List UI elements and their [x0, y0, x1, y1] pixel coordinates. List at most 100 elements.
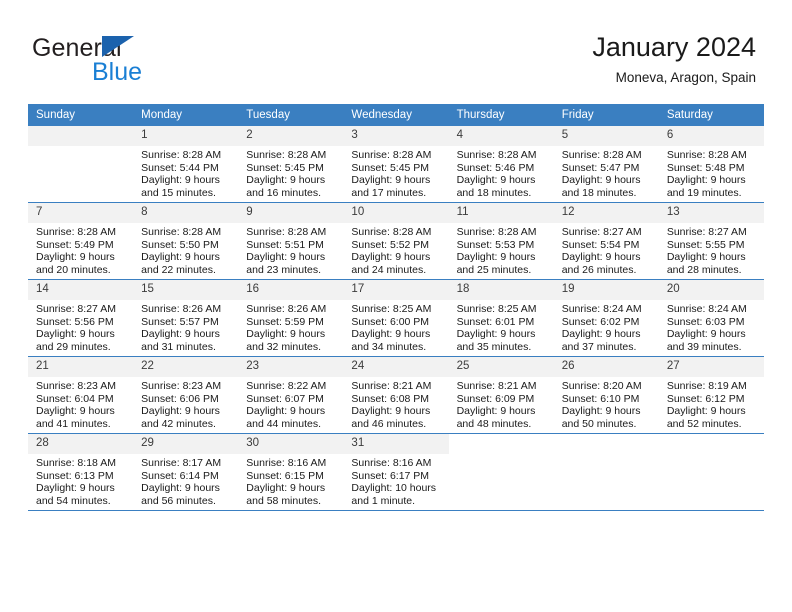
daylight-text: Daylight: 9 hours	[456, 251, 536, 264]
calendar-day-cell[interactable]: 25 Sunrise: 8:21 AM Sunset: 6:09 PM Dayligh…	[448, 356, 554, 434]
sunset-text: Sunset: 5:47 PM	[561, 161, 640, 174]
day-details: Sunrise: 8:28 AM Sunset: 5:46 PM Daylight:…	[449, 146, 554, 199]
day-number: 5	[553, 126, 659, 146]
calendar-day-cell[interactable]: 29 Sunrise: 8:17 AM Sunset: 6:14 PM Dayligh…	[133, 433, 239, 511]
daylight-text: Daylight: 9 hours	[36, 405, 115, 418]
day-details: Sunrise: 8:26 AM Sunset: 5:59 PM Daylight:…	[238, 300, 343, 353]
sunrise-text: Sunrise: 8:27 AM	[36, 303, 116, 315]
day-details: Sunrise: 8:28 AM Sunset: 5:50 PM Daylight:…	[133, 223, 238, 276]
calendar-day-cell[interactable]: 22 Sunrise: 8:23 AM Sunset: 6:06 PM Dayligh…	[133, 356, 239, 434]
sunrise-text: Sunrise: 8:19 AM	[666, 380, 747, 392]
calendar-week-row: 28 Sunrise: 8:18 AM Sunset: 6:13 PM Dayligh…	[28, 433, 764, 511]
day-number: 21	[28, 357, 134, 377]
calendar-day-cell[interactable]: 28 Sunrise: 8:18 AM Sunset: 6:13 PM Dayligh…	[28, 433, 134, 511]
calendar-day-cell[interactable]: 15 Sunrise: 8:26 AM Sunset: 5:57 PM Dayligh…	[133, 279, 239, 357]
day-details: Sunrise: 8:25 AM Sunset: 6:01 PM Daylight:…	[449, 300, 554, 353]
day-details: Sunrise: 8:16 AM Sunset: 6:17 PM Daylight:…	[343, 454, 448, 507]
day-details: Sunrise: 8:28 AM Sunset: 5:44 PM Daylight:…	[133, 146, 238, 199]
sunset-text: Sunset: 5:48 PM	[666, 161, 745, 174]
day-details: Sunrise: 8:19 AM Sunset: 6:12 PM Daylight:…	[659, 377, 764, 430]
daylight-text-cont: and 19 minutes.	[666, 186, 742, 199]
calendar-day-cell[interactable]: 7 Sunrise: 8:28 AM Sunset: 5:49 PM Daylight…	[28, 202, 134, 280]
calendar-day-cell[interactable]: 10 Sunrise: 8:28 AM Sunset: 5:52 PM Dayligh…	[343, 202, 449, 280]
day-number: 6	[658, 126, 764, 146]
calendar-day-cell[interactable]: 31 Sunrise: 8:16 AM Sunset: 6:17 PM Dayligh…	[343, 433, 449, 511]
calendar-day-cell[interactable]: 21 Sunrise: 8:23 AM Sunset: 6:04 PM Dayligh…	[28, 356, 134, 434]
sunrise-text: Sunrise: 8:18 AM	[36, 457, 116, 469]
sunrise-text: Sunrise: 8:28 AM	[456, 149, 537, 161]
calendar-day-cell[interactable]: 3 Sunrise: 8:28 AM Sunset: 5:45 PM Daylight…	[343, 126, 449, 203]
calendar-day-cell[interactable]: 19 Sunrise: 8:24 AM Sunset: 6:02 PM Dayligh…	[553, 279, 659, 357]
calendar-day-cell[interactable]: 2 Sunrise: 8:28 AM Sunset: 5:45 PM Daylight…	[238, 126, 344, 203]
sunset-text: Sunset: 5:57 PM	[141, 315, 219, 328]
sunset-text: Sunset: 5:44 PM	[141, 161, 219, 174]
sunrise-text: Sunrise: 8:16 AM	[351, 457, 432, 469]
calendar-day-cell[interactable]: 20 Sunrise: 8:24 AM Sunset: 6:03 PM Dayligh…	[658, 279, 764, 357]
weekday-header-row: Sunday Monday Tuesday Wednesday Thursday Frid…	[28, 104, 764, 126]
sunset-text: Sunset: 5:53 PM	[456, 238, 535, 251]
day-number: 14	[28, 280, 134, 300]
weekday-header-tuesday: Tuesday	[238, 104, 344, 126]
calendar-day-cell[interactable]: 6 Sunrise: 8:28 AM Sunset: 5:48 PM Daylight…	[658, 126, 764, 203]
calendar-day-cell[interactable]: 27 Sunrise: 8:19 AM Sunset: 6:12 PM Dayligh…	[658, 356, 764, 434]
sunrise-text: Sunrise: 8:28 AM	[246, 149, 327, 161]
day-details: Sunrise: 8:28 AM Sunset: 5:52 PM Daylight:…	[343, 223, 448, 276]
day-details: Sunrise: 8:25 AM Sunset: 6:00 PM Daylight:…	[343, 300, 448, 353]
weekday-header-friday: Friday	[553, 104, 659, 126]
day-number: 22	[133, 357, 239, 377]
daylight-text: Daylight: 9 hours	[246, 328, 326, 341]
calendar-day-cell[interactable]: 17 Sunrise: 8:25 AM Sunset: 6:00 PM Dayligh…	[343, 279, 449, 357]
calendar-day-cell[interactable]: 24 Sunrise: 8:21 AM Sunset: 6:08 PM Dayligh…	[343, 356, 449, 434]
sunset-text: Sunset: 6:08 PM	[351, 392, 430, 405]
general-blue-logo[interactable]: General Blue	[32, 34, 292, 90]
page-header: General Blue January 2024 Moneva, Aragon…	[0, 0, 792, 100]
page-title: January 2024	[592, 32, 756, 62]
calendar-day-cell[interactable]: 30 Sunrise: 8:16 AM Sunset: 6:15 PM Dayligh…	[238, 433, 344, 511]
day-number	[553, 434, 659, 454]
day-number: 9	[238, 203, 344, 223]
sunrise-text: Sunrise: 8:28 AM	[351, 149, 432, 161]
weekday-header-sunday: Sunday	[28, 104, 134, 126]
calendar-body: 1 Sunrise: 8:28 AM Sunset: 5:44 PM Daylight…	[28, 126, 764, 511]
calendar-day-cell[interactable]: 13 Sunrise: 8:27 AM Sunset: 5:55 PM Dayligh…	[658, 202, 764, 280]
calendar-day-cell[interactable]: 14 Sunrise: 8:27 AM Sunset: 5:56 PM Dayligh…	[28, 279, 134, 357]
calendar-day-cell[interactable]: 18 Sunrise: 8:25 AM Sunset: 6:01 PM Dayligh…	[448, 279, 554, 357]
calendar-day-cell[interactable]: 16 Sunrise: 8:26 AM Sunset: 5:59 PM Dayligh…	[238, 279, 344, 357]
day-number: 19	[553, 280, 659, 300]
day-number: 13	[658, 203, 764, 223]
calendar-day-cell[interactable]: 26 Sunrise: 8:20 AM Sunset: 6:10 PM Dayligh…	[553, 356, 659, 434]
sunset-text: Sunset: 5:56 PM	[36, 315, 114, 328]
daylight-text: Daylight: 9 hours	[246, 482, 326, 495]
calendar-day-cell[interactable]: 9 Sunrise: 8:28 AM Sunset: 5:51 PM Daylight…	[238, 202, 344, 280]
day-number: 7	[28, 203, 134, 223]
day-number: 10	[343, 203, 449, 223]
calendar-grid: Sunday Monday Tuesday Wednesday Thursday Frid…	[28, 104, 764, 511]
weekday-header-wednesday: Wednesday	[343, 104, 449, 126]
calendar-day-cell[interactable]: 5 Sunrise: 8:28 AM Sunset: 5:47 PM Daylight…	[553, 126, 659, 203]
weekday-header-saturday: Saturday	[658, 104, 764, 126]
day-number	[658, 434, 764, 454]
daylight-text: Daylight: 9 hours	[666, 251, 746, 264]
sunset-text: Sunset: 6:09 PM	[456, 392, 535, 405]
calendar-day-cell[interactable]: 23 Sunrise: 8:22 AM Sunset: 6:07 PM Dayligh…	[238, 356, 344, 434]
day-number: 1	[133, 126, 239, 146]
daylight-text-cont: and 34 minutes.	[351, 340, 427, 353]
sunset-text: Sunset: 6:03 PM	[666, 315, 745, 328]
daylight-text-cont: and 46 minutes.	[351, 417, 427, 430]
calendar-day-cell[interactable]: 8 Sunrise: 8:28 AM Sunset: 5:50 PM Daylight…	[133, 202, 239, 280]
calendar-day-cell[interactable]: 4 Sunrise: 8:28 AM Sunset: 5:46 PM Daylight…	[448, 126, 554, 203]
daylight-text-cont: and 18 minutes.	[561, 186, 637, 199]
calendar-day-cell[interactable]: 11 Sunrise: 8:28 AM Sunset: 5:53 PM Dayligh…	[448, 202, 554, 280]
day-number: 24	[343, 357, 449, 377]
calendar-day-cell[interactable]: 12 Sunrise: 8:27 AM Sunset: 5:54 PM Dayligh…	[553, 202, 659, 280]
daylight-text-cont: and 41 minutes.	[36, 417, 111, 430]
sunrise-text: Sunrise: 8:28 AM	[141, 226, 222, 238]
sunrise-text: Sunrise: 8:28 AM	[666, 149, 747, 161]
sunset-text: Sunset: 5:55 PM	[666, 238, 745, 251]
sunrise-text: Sunrise: 8:28 AM	[141, 149, 222, 161]
day-number: 31	[343, 434, 449, 454]
daylight-text: Daylight: 9 hours	[141, 328, 220, 341]
day-details: Sunrise: 8:28 AM Sunset: 5:51 PM Daylight:…	[238, 223, 343, 276]
calendar-day-cell[interactable]: 1 Sunrise: 8:28 AM Sunset: 5:44 PM Daylight…	[133, 126, 239, 203]
logo-text-blue: Blue	[92, 58, 143, 86]
